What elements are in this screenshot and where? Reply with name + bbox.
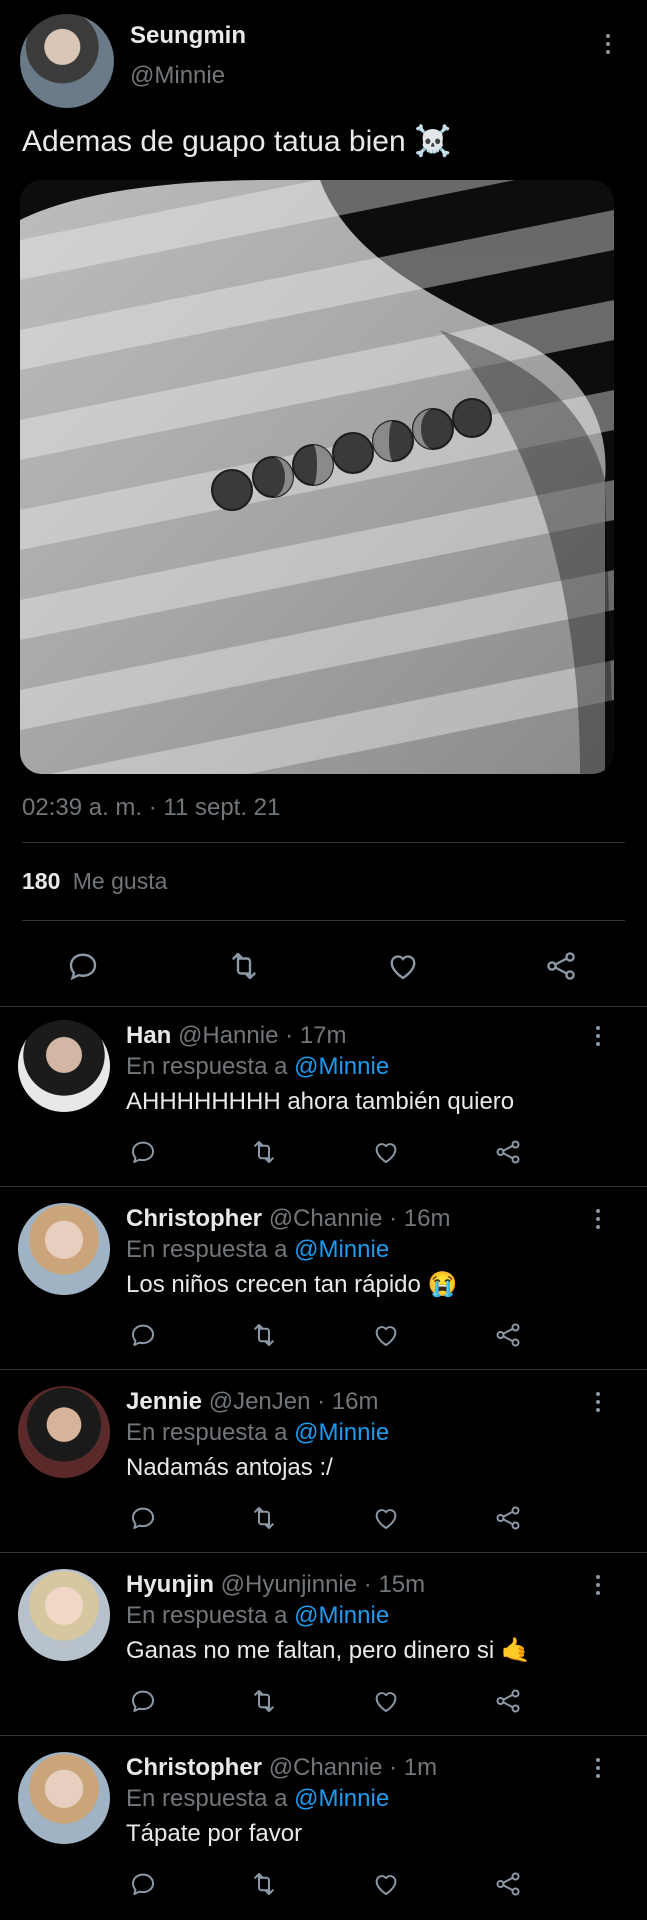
reply-avatar[interactable] bbox=[18, 1752, 110, 1844]
reply-context-prefix: En respuesta a bbox=[126, 1053, 288, 1080]
author-name[interactable]: Seungmin bbox=[130, 22, 246, 50]
reply-mention-link[interactable]: @Minnie bbox=[294, 1602, 389, 1629]
reply-avatar[interactable] bbox=[18, 1020, 110, 1112]
reply-author-handle[interactable]: @Hannie bbox=[178, 1022, 278, 1049]
reply-header: Jennie @JenJen · 16m bbox=[126, 1387, 379, 1417]
reply-author-name[interactable]: Hyunjin bbox=[126, 1571, 214, 1598]
reply-time[interactable]: · 15m bbox=[364, 1571, 425, 1598]
more-options-icon[interactable] bbox=[592, 1392, 604, 1412]
share-icon[interactable] bbox=[493, 1320, 523, 1350]
reply-avatar[interactable] bbox=[18, 1203, 110, 1295]
reply-context: En respuesta a @Minnie bbox=[126, 1784, 389, 1814]
heart-icon[interactable] bbox=[371, 1686, 401, 1716]
divider bbox=[0, 1006, 647, 1007]
reply-text: Tápate por favor bbox=[126, 1820, 303, 1847]
reply-mention-link[interactable]: @Minnie bbox=[294, 1419, 389, 1446]
reply-author-handle[interactable]: @Hyunjinnie bbox=[221, 1571, 357, 1598]
reply-time[interactable]: · 1m bbox=[389, 1754, 437, 1781]
share-icon[interactable] bbox=[493, 1686, 523, 1716]
author-avatar[interactable] bbox=[20, 14, 114, 108]
retweet-icon[interactable] bbox=[225, 948, 263, 984]
share-icon[interactable] bbox=[493, 1869, 523, 1899]
share-icon[interactable] bbox=[493, 1137, 523, 1167]
tweet-photo[interactable] bbox=[20, 180, 614, 774]
share-icon[interactable] bbox=[543, 948, 579, 984]
reply-author-name[interactable]: Han bbox=[126, 1022, 171, 1049]
more-options-icon[interactable] bbox=[592, 1209, 604, 1229]
tweet-timestamp[interactable]: 02:39 a. m. · 11 sept. 21 bbox=[22, 794, 280, 822]
divider bbox=[0, 1735, 647, 1736]
reply-text: AHHHHHHHH ahora también quiero bbox=[126, 1088, 515, 1115]
heart-icon[interactable] bbox=[371, 1320, 401, 1350]
more-options-icon[interactable] bbox=[592, 1575, 604, 1595]
reply-icon[interactable] bbox=[128, 1869, 158, 1899]
share-icon[interactable] bbox=[493, 1503, 523, 1533]
reply-mention-link[interactable]: @Minnie bbox=[294, 1236, 389, 1263]
author-handle[interactable]: @Minnie bbox=[130, 62, 225, 90]
reply-text: Los niños crecen tan rápido 😭 bbox=[126, 1271, 458, 1298]
divider bbox=[22, 842, 625, 843]
more-options-icon[interactable] bbox=[592, 1026, 604, 1046]
retweet-icon[interactable] bbox=[248, 1320, 280, 1350]
reply-time[interactable]: · 16m bbox=[389, 1205, 450, 1232]
reply-author-handle[interactable]: @Channie bbox=[269, 1754, 383, 1781]
likes-label: Me gusta bbox=[72, 868, 168, 894]
reply-header: Hyunjin @Hyunjinnie · 15m bbox=[126, 1570, 425, 1600]
tattoo-photo-illustration bbox=[20, 180, 614, 774]
reply-icon[interactable] bbox=[65, 948, 101, 984]
reply-text: Ganas no me faltan, pero dinero si 🤙 bbox=[126, 1637, 531, 1664]
reply-context: En respuesta a @Minnie bbox=[126, 1418, 389, 1448]
retweet-icon[interactable] bbox=[248, 1503, 280, 1533]
reply-avatar[interactable] bbox=[18, 1569, 110, 1661]
reply-context-prefix: En respuesta a bbox=[126, 1419, 288, 1446]
reply-mention-link[interactable]: @Minnie bbox=[294, 1053, 389, 1080]
reply-header: Christopher @Channie · 1m bbox=[126, 1753, 437, 1783]
retweet-icon[interactable] bbox=[248, 1869, 280, 1899]
heart-icon[interactable] bbox=[371, 1503, 401, 1533]
retweet-icon[interactable] bbox=[248, 1686, 280, 1716]
reply-time[interactable]: · 17m bbox=[285, 1022, 346, 1049]
divider bbox=[0, 1552, 647, 1553]
reply-context-prefix: En respuesta a bbox=[126, 1236, 288, 1263]
divider bbox=[0, 1369, 647, 1370]
reply-icon[interactable] bbox=[128, 1503, 158, 1533]
reply-author-handle[interactable]: @JenJen bbox=[209, 1388, 311, 1415]
reply-icon[interactable] bbox=[128, 1137, 158, 1167]
reply-avatar[interactable] bbox=[18, 1386, 110, 1478]
reply-context-prefix: En respuesta a bbox=[126, 1602, 288, 1629]
reply-context: En respuesta a @Minnie bbox=[126, 1052, 389, 1082]
reply-header: Han @Hannie · 17m bbox=[126, 1021, 346, 1051]
reply-time[interactable]: · 16m bbox=[317, 1388, 378, 1415]
reply-context: En respuesta a @Minnie bbox=[126, 1601, 389, 1631]
more-options-icon[interactable] bbox=[602, 34, 614, 54]
reply-text: Nadamás antojas :/ bbox=[126, 1454, 333, 1481]
heart-icon[interactable] bbox=[371, 1137, 401, 1167]
reply-author-handle[interactable]: @Channie bbox=[269, 1205, 383, 1232]
reply-author-name[interactable]: Christopher bbox=[126, 1754, 262, 1781]
reply-icon[interactable] bbox=[128, 1686, 158, 1716]
reply-context-prefix: En respuesta a bbox=[126, 1785, 288, 1812]
likes-count: 180 bbox=[22, 868, 61, 894]
reply-icon[interactable] bbox=[128, 1320, 158, 1350]
reply-author-name[interactable]: Jennie bbox=[126, 1388, 202, 1415]
more-options-icon[interactable] bbox=[592, 1758, 604, 1778]
reply-header: Christopher @Channie · 16m bbox=[126, 1204, 450, 1234]
reply-mention-link[interactable]: @Minnie bbox=[294, 1785, 389, 1812]
tweet-text: Ademas de guapo tatua bien ☠️ bbox=[22, 125, 452, 158]
divider bbox=[22, 920, 625, 921]
reply-context: En respuesta a @Minnie bbox=[126, 1235, 389, 1265]
heart-icon[interactable] bbox=[371, 1869, 401, 1899]
divider bbox=[0, 1186, 647, 1187]
likes-stat[interactable]: 180 Me gusta bbox=[22, 868, 167, 895]
reply-author-name[interactable]: Christopher bbox=[126, 1205, 262, 1232]
heart-icon[interactable] bbox=[385, 948, 421, 984]
retweet-icon[interactable] bbox=[248, 1137, 280, 1167]
